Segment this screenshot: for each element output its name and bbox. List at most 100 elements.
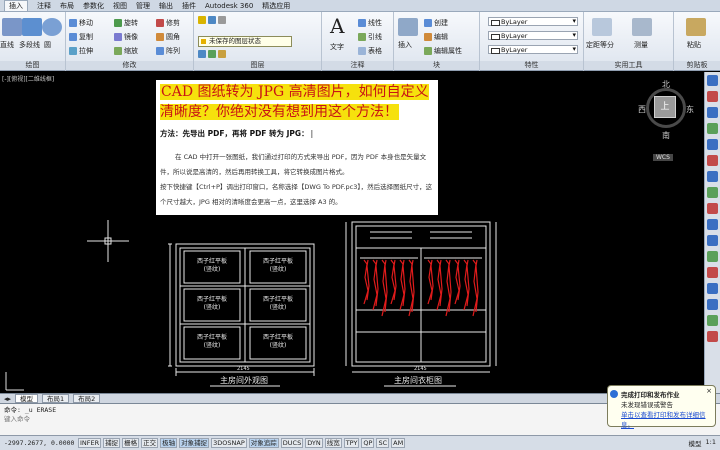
layout-tab[interactable]: 布局2 (73, 394, 101, 403)
layout-tab[interactable]: 布局1 (42, 394, 70, 403)
array-button[interactable]: 阵列 (156, 46, 180, 56)
clipboard-panel-label[interactable]: 剪贴板 (674, 61, 720, 70)
ribbon-tab[interactable]: 布局 (60, 1, 74, 11)
insert-button[interactable]: 插入 (398, 40, 412, 50)
toolbar-tool-icon[interactable] (707, 107, 718, 118)
create-block-button[interactable]: 创建 (424, 18, 448, 28)
status-toggle[interactable]: 捕捉 (103, 438, 121, 448)
toolbar-tool-icon[interactable] (707, 283, 718, 294)
circle-icon[interactable] (42, 18, 62, 36)
toolbar-tool-icon[interactable] (707, 91, 718, 102)
status-toggle[interactable]: SC (376, 438, 390, 448)
toolbar-tool-icon[interactable] (707, 219, 718, 230)
linetype-dropdown[interactable]: ByLayer (488, 31, 578, 40)
color-dropdown[interactable]: ByLayer (488, 17, 578, 26)
status-toggle[interactable]: 线宽 (324, 438, 342, 448)
ribbon-tab[interactable]: 插件 (182, 1, 196, 11)
toolbar-tool-icon[interactable] (707, 187, 718, 198)
status-toggle[interactable]: 极轴 (160, 438, 178, 448)
toolbar-tool-icon[interactable] (707, 75, 718, 86)
status-toggle[interactable]: DUCS (280, 438, 304, 448)
status-toggle[interactable]: 正交 (141, 438, 159, 448)
coordinates-display[interactable]: -2997.2677, 0.0000 (4, 439, 76, 447)
model-space-button[interactable]: 模型 (689, 438, 702, 448)
table-button[interactable]: 表格 (358, 46, 382, 56)
toolbar-tool-icon[interactable] (707, 139, 718, 150)
trim-button[interactable]: 修剪 (156, 18, 180, 28)
annotation-scale[interactable]: 1:1 (706, 438, 716, 448)
ribbon-tab[interactable]: 精选应用 (262, 1, 290, 11)
circle-tool[interactable]: 圆 (44, 40, 51, 50)
tab-nav-icon[interactable]: ◂▸ (4, 395, 11, 403)
status-toggle[interactable]: DYN (305, 438, 323, 448)
text-button[interactable]: 文字 (330, 42, 344, 52)
leader-button[interactable]: 引线 (358, 32, 382, 42)
annotation-panel-label[interactable]: 注释 (322, 61, 393, 70)
linear-dimension-button[interactable]: 线性 (358, 18, 382, 28)
block-panel-label[interactable]: 块 (394, 61, 479, 70)
modify-panel-label[interactable]: 修改 (66, 61, 193, 70)
south-label[interactable]: 南 (662, 130, 670, 141)
copy-button[interactable]: 复制 (69, 32, 93, 42)
west-label[interactable]: 西 (638, 104, 646, 115)
toolbar-tool-icon[interactable] (707, 251, 718, 262)
ribbon-tab[interactable]: 参数化 (83, 1, 104, 11)
east-label[interactable]: 东 (686, 104, 694, 115)
fillet-button[interactable]: 圆角 (156, 32, 180, 42)
line-tool[interactable]: 直线 (0, 40, 14, 50)
edit-block-button[interactable]: 编辑 (424, 32, 448, 42)
print-notification[interactable]: × 完成打印和发布作业 未发现错误或警告 单击以查看打印和发布详细信息。 (607, 385, 716, 429)
layers-panel-label[interactable]: 图层 (194, 61, 321, 70)
ribbon-tab[interactable]: 输出 (159, 1, 173, 11)
layer-tools[interactable] (198, 16, 226, 24)
draw-panel-label[interactable]: 绘图 (0, 61, 65, 70)
status-toggle[interactable]: TPY (343, 438, 360, 448)
layer-tools-row[interactable] (198, 50, 226, 58)
polyline-icon[interactable] (22, 18, 42, 36)
rotate-button[interactable]: 旋转 (114, 18, 138, 28)
toolbar-tool-icon[interactable] (707, 235, 718, 246)
quick-select-button[interactable]: 定距等分 (586, 40, 614, 50)
edit-attributes-button[interactable]: 编辑属性 (424, 46, 462, 56)
scale-button[interactable]: 缩放 (114, 46, 138, 56)
toolbar-tool-icon[interactable] (707, 267, 718, 278)
toolbar-tool-icon[interactable] (707, 171, 718, 182)
calculator-icon[interactable] (632, 18, 652, 36)
toolbar-tool-icon[interactable] (707, 315, 718, 326)
properties-panel-label[interactable]: 特性 (480, 61, 583, 70)
paste-button[interactable]: 粘贴 (687, 40, 701, 50)
move-button[interactable]: 移动 (69, 18, 93, 28)
status-toggle[interactable]: 3DOSNAP (211, 438, 247, 448)
measure-button[interactable]: 测量 (634, 40, 648, 50)
paste-icon[interactable] (686, 18, 706, 36)
close-icon[interactable]: × (706, 387, 712, 395)
utilities-panel-label[interactable]: 实用工具 (584, 61, 673, 70)
ribbon-tab[interactable]: 管理 (136, 1, 150, 11)
ribbon-tab[interactable]: 插入 (4, 0, 28, 11)
viewcube[interactable]: 北 西 东 南 上 WCS (638, 80, 694, 161)
ribbon-tab[interactable]: Autodesk 360 (205, 2, 253, 10)
layout-tab[interactable]: 模型 (15, 394, 39, 403)
viewcube-top-face[interactable]: 上 (654, 96, 676, 118)
status-toggle[interactable]: AM (391, 438, 406, 448)
status-toggle[interactable]: 对象捕捉 (179, 438, 210, 448)
viewport-controls[interactable]: [-][俯视][二维线框] (2, 74, 54, 83)
mirror-button[interactable]: 镜像 (114, 32, 138, 42)
polyline-tool[interactable]: 多段线 (19, 40, 40, 50)
toolbar-tool-icon[interactable] (707, 203, 718, 214)
notification-link[interactable]: 单击以查看打印和发布详细信息。 (621, 409, 712, 429)
line-icon[interactable] (2, 18, 22, 36)
lineweight-dropdown[interactable]: ByLayer (488, 45, 578, 54)
stretch-button[interactable]: 拉伸 (69, 46, 93, 56)
status-toggle[interactable]: INFER (78, 438, 102, 448)
ribbon-tab[interactable]: 视图 (113, 1, 127, 11)
status-toggle[interactable]: QP (361, 438, 375, 448)
toolbar-tool-icon[interactable] (707, 123, 718, 134)
toolbar-tool-icon[interactable] (707, 155, 718, 166)
ribbon-tab[interactable]: 注释 (37, 1, 51, 11)
insert-block-icon[interactable] (398, 18, 418, 36)
status-toggle[interactable]: 栅格 (122, 438, 140, 448)
status-toggle[interactable]: 对象追踪 (248, 438, 279, 448)
measure-icon[interactable] (592, 18, 612, 36)
text-icon[interactable]: A (330, 14, 344, 38)
